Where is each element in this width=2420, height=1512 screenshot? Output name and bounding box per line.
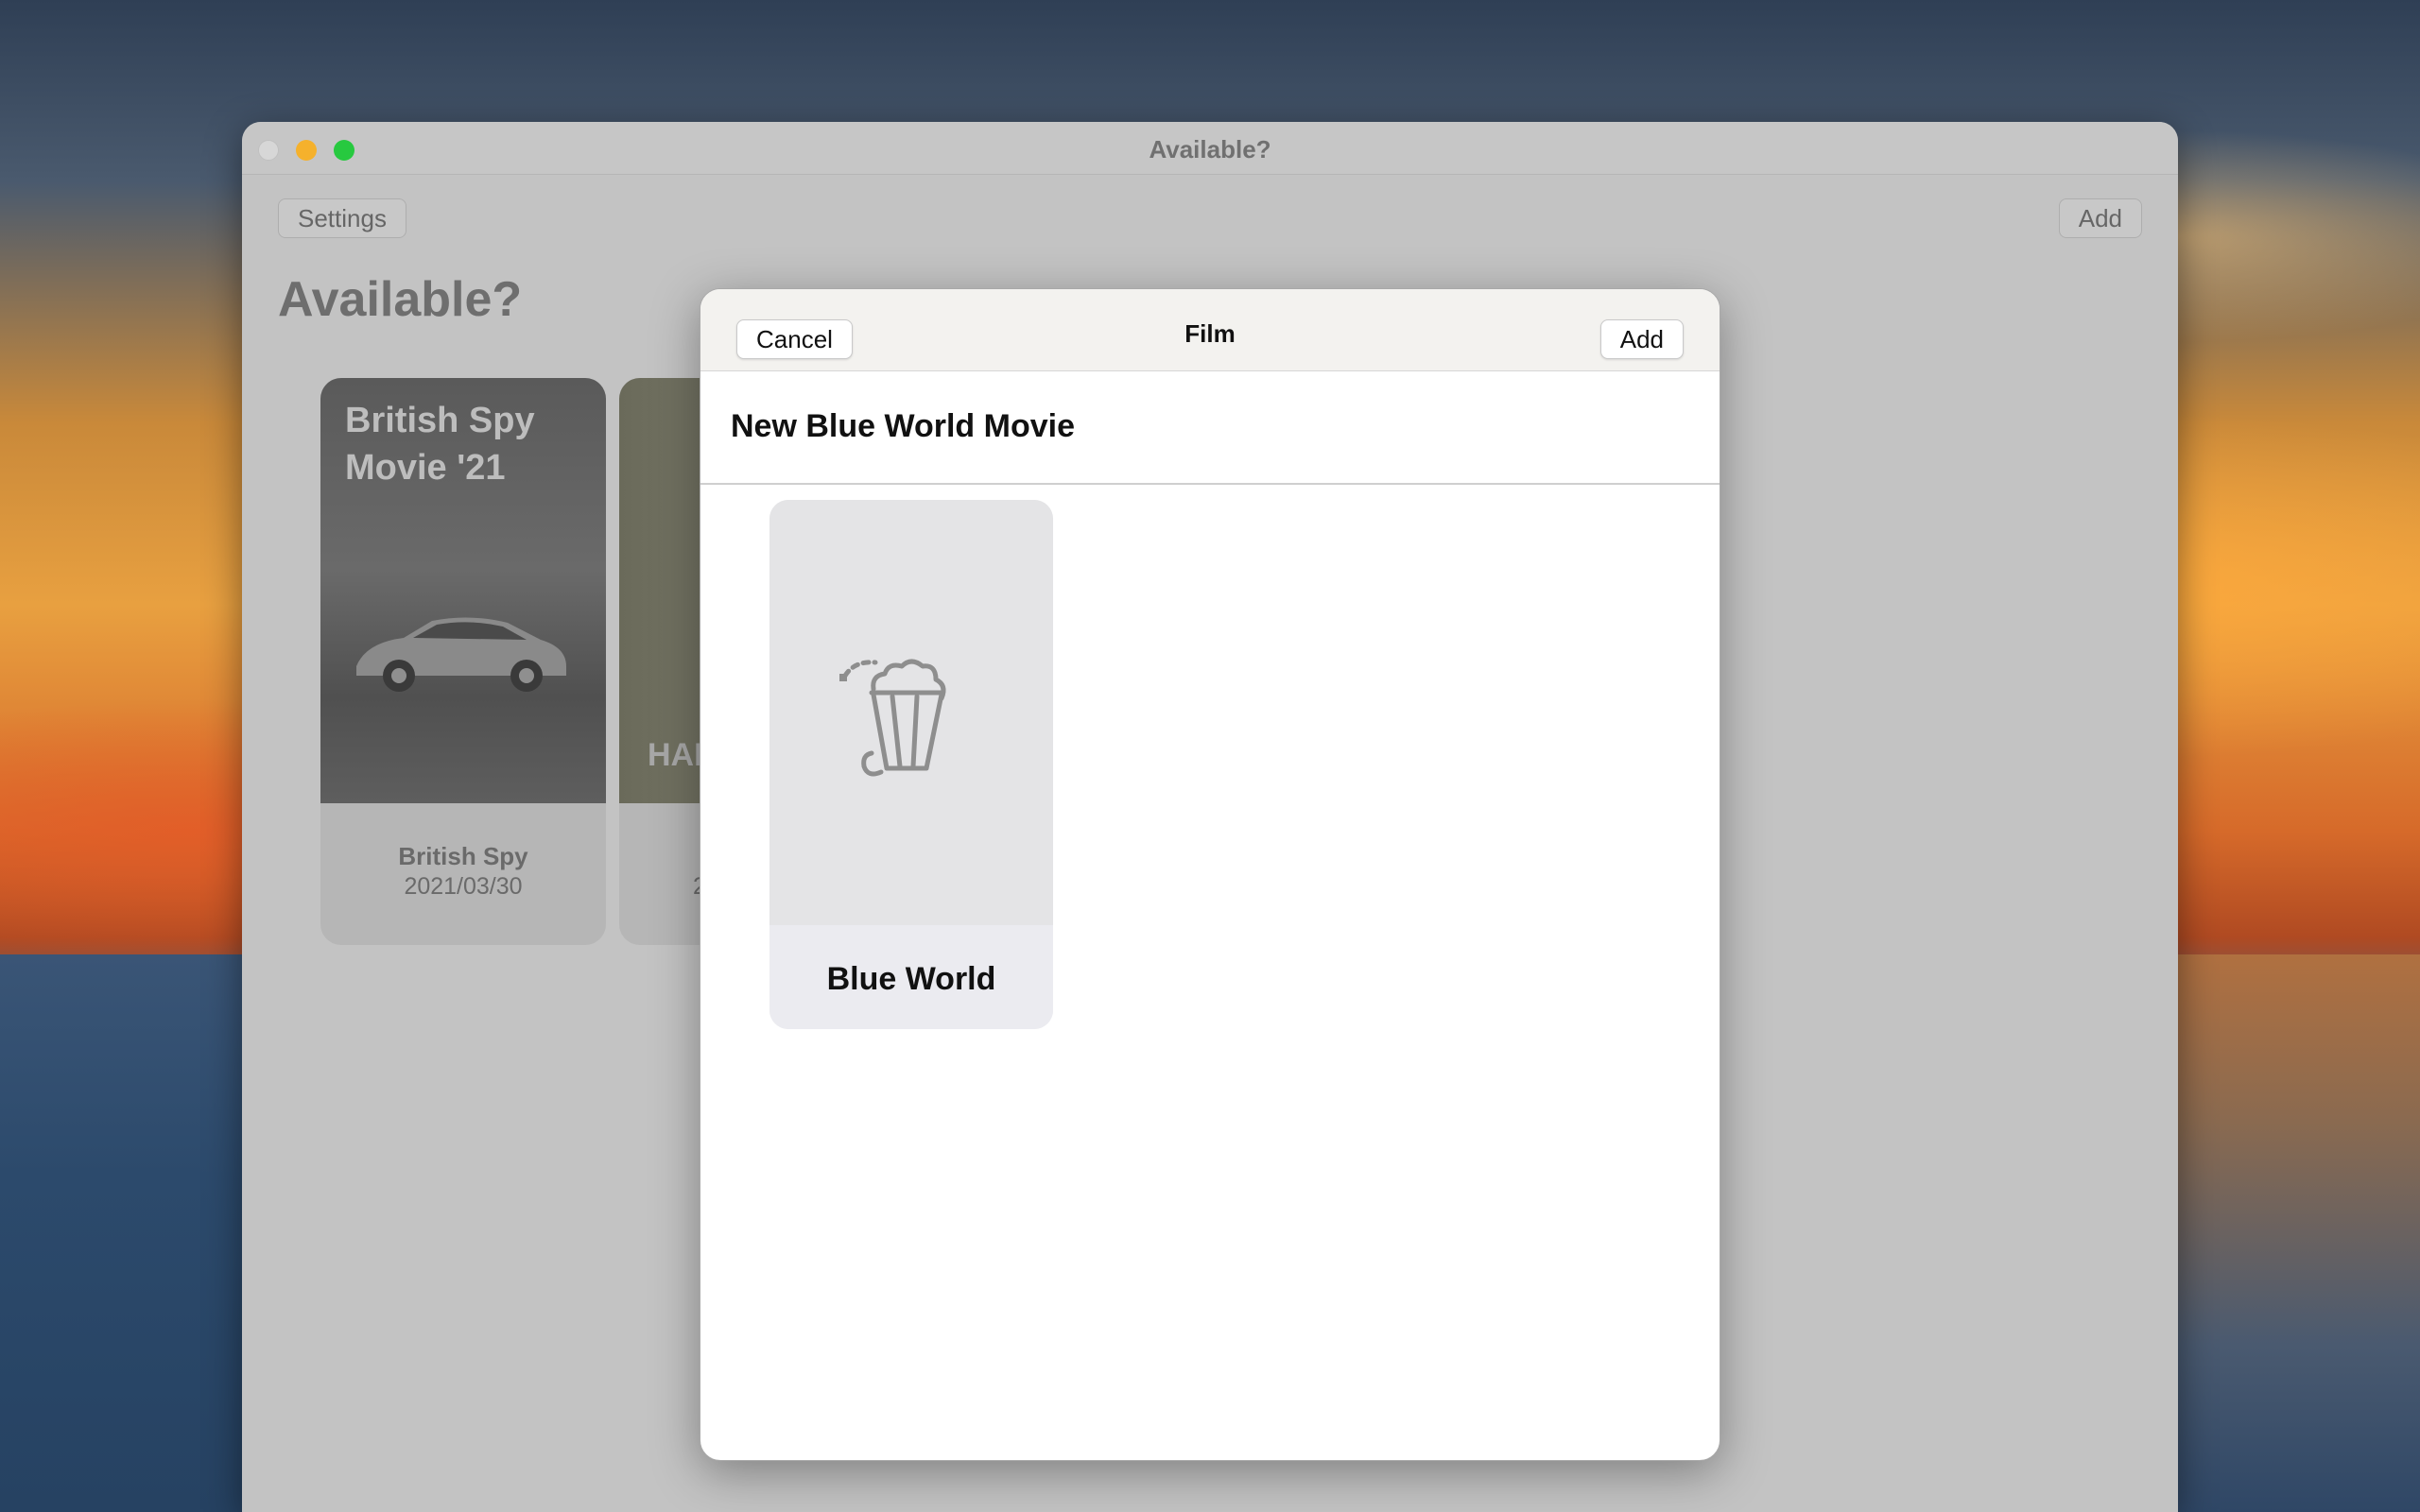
movie-date: 2021/03/30 [404,873,523,900]
title-bar: Available? [242,122,2178,175]
genre-card-caption: Blue World [769,925,1053,1029]
settings-button[interactable]: Settings [278,198,406,238]
sheet-title: Film [1184,319,1236,348]
movie-name: British Spy [398,842,528,870]
add-movie-button[interactable]: Add [2058,198,2142,238]
wallpaper-sea-left [0,954,242,1512]
movie-card-caption: British Spy 2021/03/30 [320,841,606,902]
window-title: Available? [1149,135,1271,163]
movie-name-field[interactable] [731,403,1676,450]
genre-label: Blue World [826,961,996,997]
car-image [356,617,566,692]
divider [700,483,1720,485]
page-title: Available? [278,272,523,327]
genre-card-art [769,500,1053,925]
wallpaper-sea-right [2176,954,2420,1512]
genre-card-blue-world[interactable]: Blue World [769,500,1053,1029]
poster-title: British Spy Movie '21 [345,401,535,488]
sheet-header: Cancel Film Add [700,289,1720,371]
popcorn-icon [839,659,946,777]
movie-poster: British Spy Movie '21 [320,378,606,803]
add-film-sheet: Cancel Film Add Blue World [700,288,1720,1461]
movie-card[interactable]: British Spy Movie '21 British Spy 2021/0… [320,378,606,945]
add-button[interactable]: Add [1599,319,1684,359]
